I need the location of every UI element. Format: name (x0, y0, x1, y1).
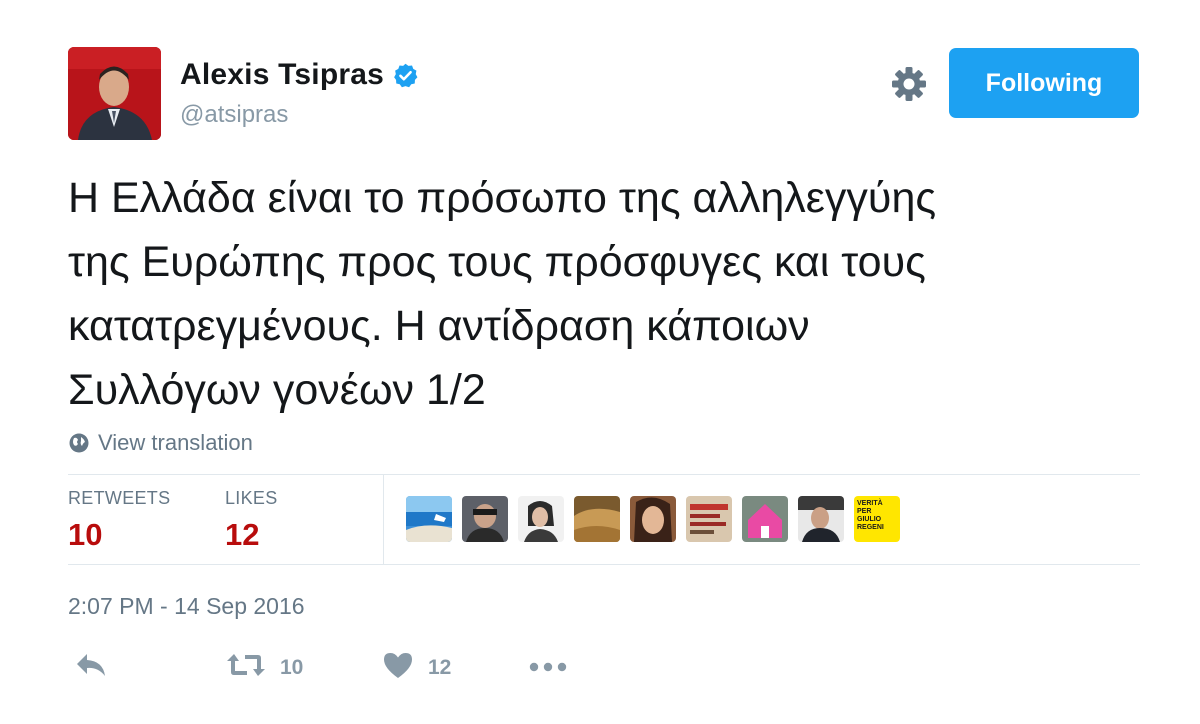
tweet-text-line: της Ευρώπης προς τους πρόσφυγες και τους (68, 238, 926, 286)
retweet-icon (226, 650, 266, 685)
liker-avatar[interactable] (462, 496, 508, 542)
tweet-text-line: κατατρεγμένους. Η αντίδραση κάποιων (68, 302, 810, 350)
globe-icon (68, 432, 90, 454)
user-name[interactable]: Alexis Tsipras (180, 58, 384, 92)
likes-label: LIKES (225, 488, 278, 508)
following-button[interactable]: Following (949, 48, 1139, 118)
liker-avatar[interactable] (574, 496, 620, 542)
likes-count: 12 (225, 517, 260, 552)
retweets-stat[interactable]: RETWEETS 10 (68, 488, 170, 553)
user-handle[interactable]: @atsipras (180, 101, 288, 129)
retweets-label: RETWEETS (68, 488, 171, 508)
liker-avatar[interactable] (686, 496, 732, 542)
like-count: 12 (428, 655, 452, 679)
liker-avatar[interactable] (406, 496, 452, 542)
view-translation-label: View translation (98, 430, 253, 455)
likers-avatars: VERITÀ PER GIULIO REGENI (406, 496, 900, 542)
liker-avatar[interactable] (798, 496, 844, 542)
gear-icon[interactable] (889, 64, 929, 104)
retweets-count: 10 (68, 517, 103, 552)
tweet-text-line: Συλλόγων γονέων 1/2 (68, 366, 486, 414)
like-button[interactable]: 12 (382, 650, 451, 685)
liker-avatar-logo[interactable]: VERITÀ PER GIULIO REGENI (854, 496, 900, 542)
user-name-row: Alexis Tsipras (180, 58, 419, 92)
liker-avatar[interactable] (518, 496, 564, 542)
avatar[interactable] (68, 47, 161, 140)
divider (68, 564, 1140, 565)
heart-icon (382, 650, 414, 685)
tweet-text: Η Ελλάδα είναι το πρόσωπο της αλληλεγγύη… (68, 166, 1148, 422)
liker-avatar-text: VERITÀ PER GIULIO REGENI (857, 500, 884, 531)
more-icon (528, 660, 568, 678)
liker-avatar[interactable] (630, 496, 676, 542)
verified-badge-icon (392, 62, 419, 89)
tweet-text-line: Η Ελλάδα είναι το πρόσωπο της αλληλεγγύη… (68, 174, 937, 222)
retweet-button[interactable]: 10 (226, 650, 303, 685)
divider (68, 474, 1140, 475)
liker-avatar[interactable] (742, 496, 788, 542)
tweet-timestamp[interactable]: 2:07 PM - 14 Sep 2016 (68, 593, 305, 620)
likes-stat[interactable]: LIKES 12 (225, 488, 278, 553)
reply-icon (74, 650, 108, 685)
reply-button[interactable] (74, 650, 108, 685)
more-button[interactable] (528, 660, 568, 678)
divider (383, 474, 384, 564)
retweet-count: 10 (280, 655, 304, 679)
view-translation-link[interactable]: View translation (68, 430, 253, 456)
